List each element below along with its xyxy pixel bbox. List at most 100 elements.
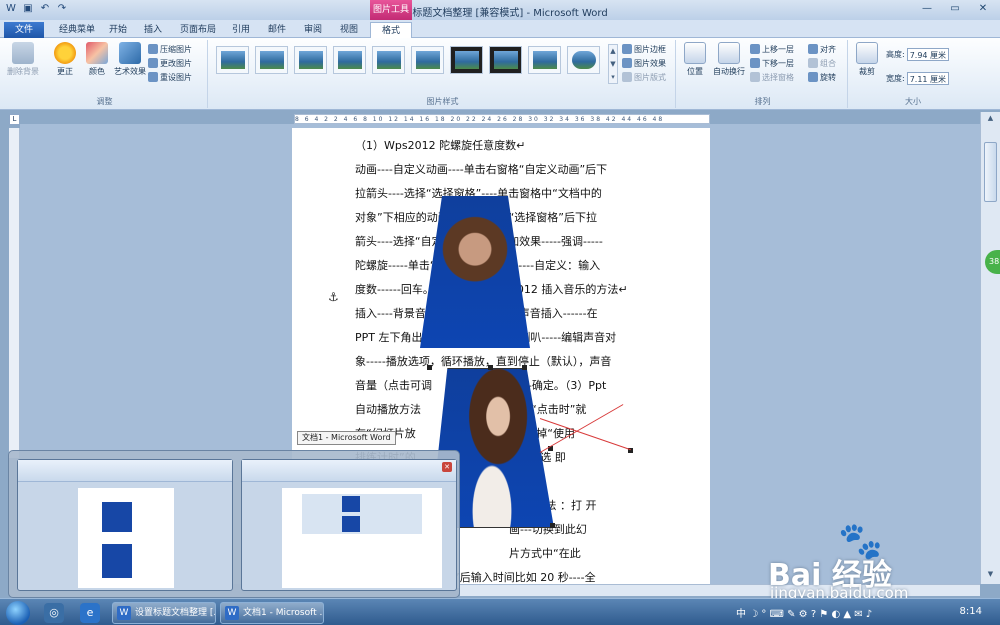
group-size-label: 大小 bbox=[905, 97, 921, 106]
tab-view[interactable]: 视图 bbox=[334, 22, 364, 38]
pinned-app-icon[interactable]: ◎ bbox=[44, 603, 64, 623]
scroll-down-icon[interactable]: ▼ bbox=[984, 570, 997, 582]
close-icon[interactable]: ✕ bbox=[970, 1, 996, 17]
height-input[interactable]: 7.94 厘米 bbox=[906, 48, 949, 61]
picture-effects-button[interactable]: 图片效果 bbox=[622, 58, 666, 70]
tab-review[interactable]: 审阅 bbox=[298, 22, 328, 38]
rotate-button[interactable]: 旋转 bbox=[808, 72, 836, 84]
align-button[interactable]: 对齐 bbox=[808, 44, 836, 56]
tab-mailings[interactable]: 邮件 bbox=[262, 22, 292, 38]
picture-tools-context-tab: 图片工具 bbox=[370, 0, 412, 20]
reset-picture-button[interactable]: 重设图片 bbox=[148, 72, 192, 84]
send-backward-button[interactable]: 下移一层 bbox=[750, 58, 794, 70]
group-adjust-label: 调整 bbox=[96, 97, 113, 106]
picture-style-10[interactable] bbox=[567, 46, 600, 74]
minimize-icon[interactable]: — bbox=[914, 1, 940, 17]
tab-classic-menu[interactable]: 经典菜单 bbox=[52, 22, 102, 38]
taskbar-item-word-doc-1[interactable]: W 设置标题文档整理 [... bbox=[112, 602, 216, 624]
selection-pane-button[interactable]: 选择窗格 bbox=[750, 72, 794, 84]
width-input[interactable]: 7.11 厘米 bbox=[906, 72, 949, 85]
picture-style-8[interactable] bbox=[489, 46, 522, 74]
ribbon-tab-row: 文件 经典菜单 开始 插入 页面布局 引用 邮件 审阅 视图 格式 bbox=[0, 20, 1000, 38]
system-tray: 中 ☽ ° ⌨ ✎ ⚙ ? ⚑ ◐ ▲ ✉ ♪ bbox=[736, 605, 872, 620]
picture-border-button[interactable]: 图片边框 bbox=[622, 44, 666, 56]
baidu-watermark: 🐾 Bai 经验 jingyan.baidu.com bbox=[764, 520, 974, 604]
wrap-text-icon bbox=[718, 42, 740, 64]
picture-style-1[interactable] bbox=[216, 46, 249, 74]
group-size: 裁剪 高度: 7.94 厘米 宽度: 7.11 厘米 大小 bbox=[850, 40, 976, 108]
vertical-scrollbar[interactable]: ▲ ▼ bbox=[980, 112, 1000, 584]
compress-pictures-button[interactable]: 压缩图片 bbox=[148, 44, 192, 56]
tray-icons[interactable]: ☽ ° ⌨ ✎ ⚙ ? ⚑ ◐ ▲ ✉ ♪ bbox=[749, 609, 872, 620]
doc-line: 动画----自定义动画----单击右窗格“自定义动画”后下 bbox=[355, 163, 608, 176]
tab-references[interactable]: 引用 bbox=[226, 22, 256, 38]
scroll-thumb[interactable] bbox=[984, 142, 997, 202]
picture-layout-button[interactable]: 图片版式 bbox=[622, 72, 666, 84]
resize-handle[interactable] bbox=[488, 365, 493, 370]
taskbar-item-word-doc-2[interactable]: W 文档1 - Microsoft ... bbox=[220, 602, 324, 624]
horizontal-ruler[interactable]: 8 6 4 2 2 4 6 8 10 12 14 16 18 20 22 24 … bbox=[294, 114, 710, 124]
preview-window-2[interactable]: ✕ bbox=[241, 459, 457, 591]
picture-style-6[interactable] bbox=[411, 46, 444, 74]
position-icon bbox=[684, 42, 706, 64]
resize-handle[interactable] bbox=[427, 365, 432, 370]
doc-line: （1）Wps2012 陀螺旋任意度数↵ bbox=[355, 139, 526, 152]
reset-icon bbox=[148, 72, 158, 82]
group-adjust: 删除背景 更正 颜色 艺术效果 压缩图片 更改图片 重设图片 调整 bbox=[2, 40, 208, 108]
ruler-corner-tab-selector[interactable]: L bbox=[9, 114, 20, 125]
ime-indicator[interactable]: 中 bbox=[736, 609, 746, 620]
resize-handle[interactable] bbox=[522, 365, 527, 370]
color-icon bbox=[86, 42, 108, 64]
picture-style-4[interactable] bbox=[333, 46, 366, 74]
height-field: 高度: 7.94 厘米 bbox=[886, 48, 949, 61]
preview-tooltip: 文档1 - Microsoft Word bbox=[297, 431, 396, 445]
width-field: 宽度: 7.11 厘米 bbox=[886, 72, 949, 85]
group-button[interactable]: 组合 bbox=[808, 58, 836, 70]
picture-border-icon bbox=[622, 44, 632, 54]
taskbar-preview-popup: ✕ bbox=[8, 450, 460, 598]
tab-insert[interactable]: 插入 bbox=[138, 22, 168, 38]
tab-page-layout[interactable]: 页面布局 bbox=[174, 22, 222, 38]
color-button[interactable]: 颜色 bbox=[82, 42, 112, 77]
group-arrange-label: 排列 bbox=[754, 97, 771, 106]
title-bar: W ▣ ↶ ↷ 设置标题文档整理 [兼容模式] - Microsoft Word… bbox=[0, 0, 1000, 20]
resize-handle[interactable] bbox=[550, 523, 555, 528]
bring-forward-button[interactable]: 上移一层 bbox=[750, 44, 794, 56]
picture-style-7[interactable] bbox=[450, 46, 483, 74]
align-icon bbox=[808, 44, 818, 54]
correct-button[interactable]: 更正 bbox=[50, 42, 80, 77]
bring-forward-icon bbox=[750, 44, 760, 54]
position-button[interactable]: 位置 bbox=[680, 42, 710, 77]
remove-background-button[interactable]: 删除背景 bbox=[4, 42, 42, 77]
tab-format[interactable]: 格式 bbox=[370, 22, 412, 38]
crop-button[interactable]: 裁剪 bbox=[852, 42, 882, 77]
picture-style-gallery bbox=[216, 46, 608, 76]
picture-style-5[interactable] bbox=[372, 46, 405, 74]
picture-style-3[interactable] bbox=[294, 46, 327, 74]
tab-file[interactable]: 文件 bbox=[4, 22, 44, 38]
crop-icon bbox=[856, 42, 878, 64]
picture-style-2[interactable] bbox=[255, 46, 288, 74]
picture-effects-icon bbox=[622, 58, 632, 68]
internet-explorer-icon[interactable]: e bbox=[80, 603, 100, 623]
picture-style-9[interactable] bbox=[528, 46, 561, 74]
windows-start-icon[interactable] bbox=[6, 601, 30, 625]
group-picture-styles-label: 图片样式 bbox=[426, 97, 459, 106]
anchor-icon: ⚓ bbox=[328, 290, 339, 304]
sun-icon bbox=[54, 42, 76, 64]
taskbar-clock[interactable]: 8:14 bbox=[960, 606, 982, 617]
change-picture-button[interactable]: 更改图片 bbox=[148, 58, 192, 70]
scroll-up-icon[interactable]: ▲ bbox=[984, 114, 997, 126]
maximize-icon[interactable]: ▭ bbox=[942, 1, 968, 17]
group-arrange: 位置 自动换行 上移一层 下移一层 选择窗格 对齐 组合 旋转 排列 bbox=[678, 40, 848, 108]
tab-home[interactable]: 开始 bbox=[104, 22, 132, 38]
window-controls: — ▭ ✕ bbox=[914, 1, 996, 17]
close-icon[interactable]: ✕ bbox=[442, 462, 452, 472]
group-icon bbox=[808, 58, 818, 68]
artistic-effects-icon bbox=[119, 42, 141, 64]
gallery-scroll-arrows[interactable]: ▲ ▼ ▾ bbox=[608, 44, 618, 84]
window-title: 设置标题文档整理 [兼容模式] - Microsoft Word bbox=[392, 8, 608, 19]
wrap-text-button[interactable]: 自动换行 bbox=[710, 42, 748, 77]
artistic-effects-button[interactable]: 艺术效果 bbox=[112, 42, 148, 77]
preview-window-1[interactable] bbox=[17, 459, 233, 591]
